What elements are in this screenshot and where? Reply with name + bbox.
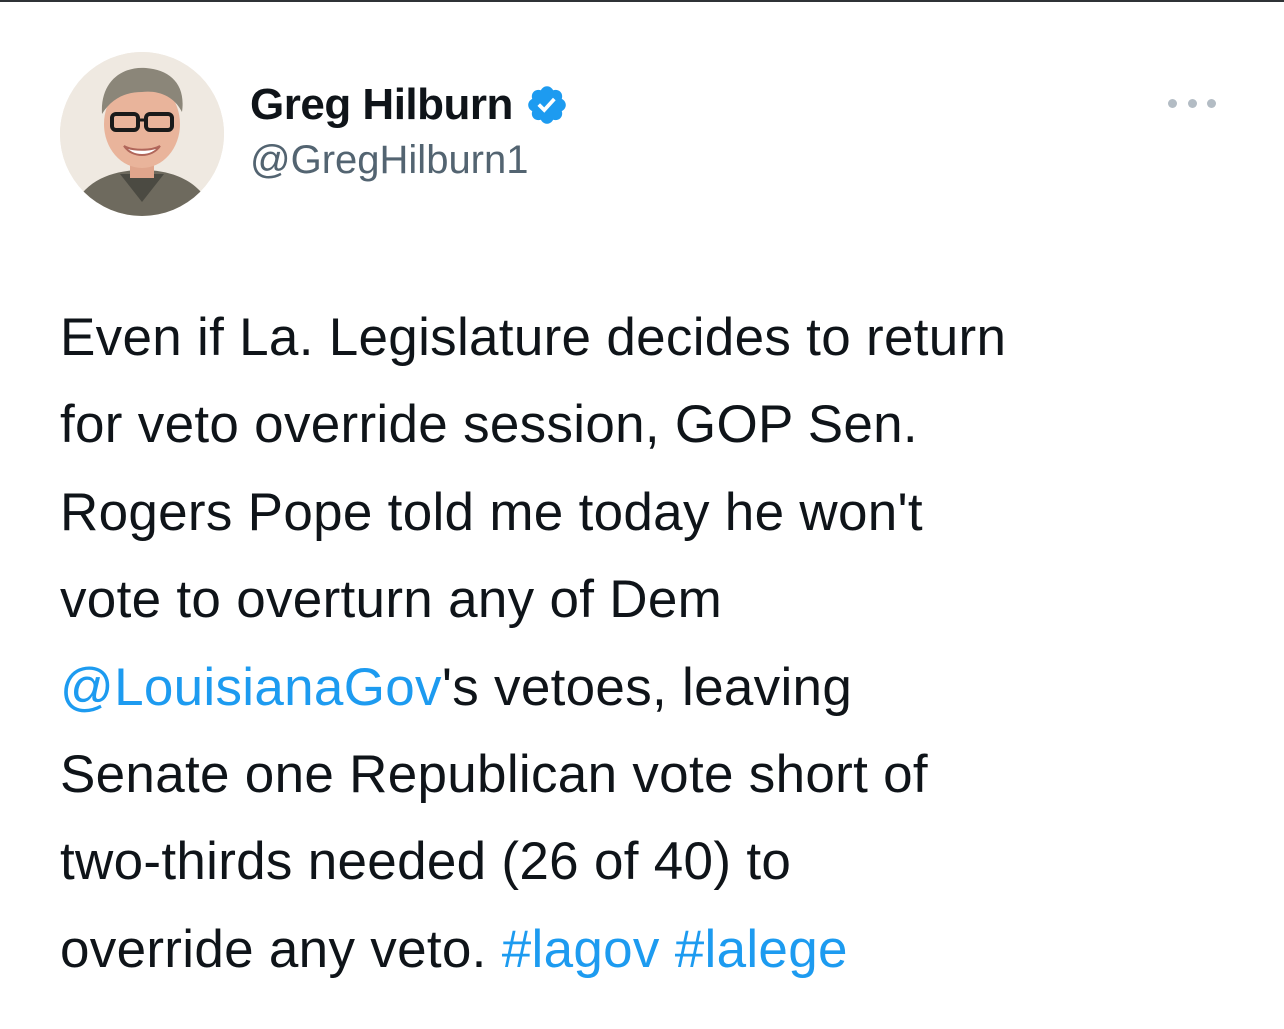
tweet-line-text: 's vetoes, leaving (441, 657, 853, 717)
mention-link[interactable]: @LouisianaGov (60, 658, 442, 717)
tweet-line: Senate one Republican vote short of (60, 745, 928, 805)
dot-icon (1207, 98, 1216, 108)
tweet-line: @LouisianaGov's vetoes, leaving (60, 644, 1250, 731)
avatar-photo (60, 52, 224, 216)
avatar[interactable] (60, 52, 224, 216)
tweet-line: two-thirds needed (26 of 40) to (60, 832, 792, 892)
top-divider (0, 0, 1284, 2)
tweet-line: Rogers Pope told me today he won't (60, 482, 923, 542)
tweet-line: vote to overturn any of Dem (60, 570, 723, 630)
tweet-line: Even if La. Legislature decides to retur… (60, 308, 1007, 367)
tweet-line-text: override any veto. (60, 919, 502, 979)
tweet-line: for veto override session, GOP Sen. (60, 395, 918, 455)
dot-icon (1187, 98, 1197, 108)
hashtag-link[interactable]: #lalege (675, 920, 848, 979)
verified-badge-icon (525, 83, 569, 127)
dot-icon (1168, 98, 1177, 108)
hashtag-link[interactable]: #lagov (502, 920, 660, 979)
tweet-text: Even if La. Legislature decides to retur… (60, 294, 1250, 993)
more-horizontal-icon[interactable] (1168, 96, 1216, 110)
display-name[interactable]: Greg Hilburn (250, 80, 513, 130)
author-names: Greg Hilburn @GregHilburn1 (250, 76, 569, 183)
display-name-row: Greg Hilburn (250, 76, 569, 134)
tweet-header: Greg Hilburn @GregHilburn1 (60, 52, 1230, 222)
tweet-line: override any veto. #lagov #lalege (60, 906, 1250, 993)
handle[interactable]: @GregHilburn1 (250, 138, 569, 183)
